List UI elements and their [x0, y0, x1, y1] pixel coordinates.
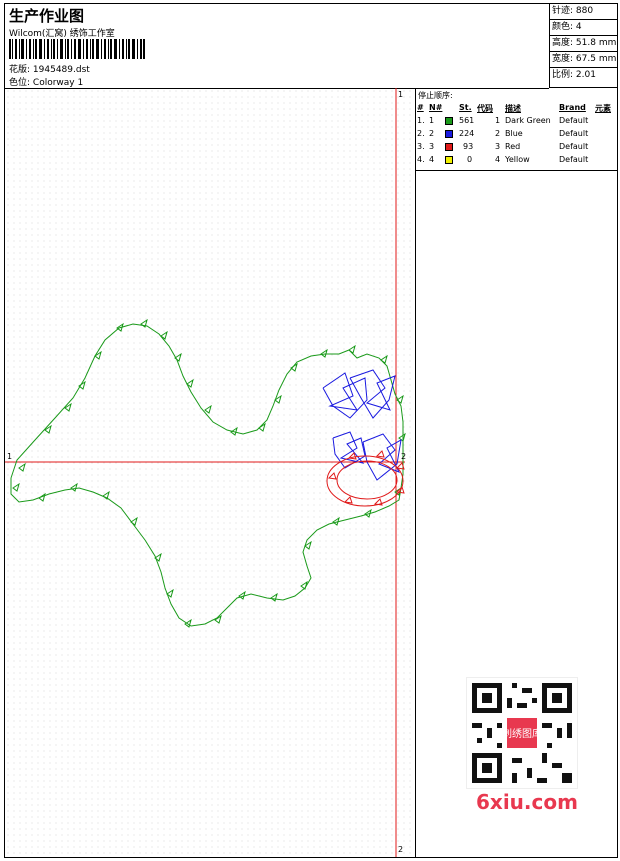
row-code: 2 [495, 129, 501, 138]
table-row[interactable]: 3. 3 93 3 Red Default [415, 142, 615, 154]
design-value: 1945489.dst [32, 65, 90, 75]
row-index: 4. [417, 155, 425, 164]
row-stitches: 0 [467, 155, 473, 164]
row-desc: Red [505, 142, 521, 151]
stat-value: 2.01 [575, 70, 596, 80]
stitch-preview [5, 88, 406, 857]
table-row[interactable]: 4. 4 0 4 Yellow Default [415, 155, 615, 167]
stat-value: 51.8 mm [575, 38, 617, 48]
bottom-marker: 2 [398, 845, 404, 854]
stat-width: 宽度: 67.5 mm [550, 52, 617, 68]
stat-colors: 颜色: 4 [550, 20, 617, 36]
qr-center-label: 刺绣图库 [502, 727, 542, 740]
col-header-index: # [417, 103, 424, 112]
design-line: 花版: 1945489.dst [9, 62, 90, 75]
header: 生产作业图 Wilcom(汇窝) 绣饰工作室 花版: 1945489.dst 色… [5, 4, 549, 89]
blue-star-stitches [322, 369, 402, 481]
row-code: 3 [495, 142, 501, 151]
stat-label: 高度: [552, 38, 574, 48]
row-n: 1 [429, 116, 435, 125]
page-title: 生产作业图 [9, 7, 85, 25]
stats-panel: 针迹: 880 颜色: 4 高度: 51.8 mm 宽度: 67.5 mm 比例… [549, 4, 617, 88]
stat-label: 针迹: [552, 6, 574, 16]
row-stitches: 561 [459, 116, 475, 125]
row-brand: Default [559, 116, 589, 125]
stat-stitches: 针迹: 880 [550, 4, 617, 20]
row-brand: Default [559, 129, 589, 138]
row-n: 4 [429, 155, 435, 164]
row-code: 4 [495, 155, 501, 164]
color-swatch [445, 143, 453, 151]
row-desc: Dark Green [505, 116, 551, 125]
row-index: 3. [417, 142, 425, 151]
row-n: 2 [429, 129, 435, 138]
qr-code-icon: 刺绣图库 [466, 677, 578, 789]
right-marker: 2 [401, 452, 407, 461]
site-logo[interactable]: 6xiu.com [476, 790, 578, 814]
col-header-desc: 描述 [505, 104, 521, 113]
row-code: 1 [495, 116, 501, 125]
stat-value: 67.5 mm [575, 54, 617, 64]
stop-sequence-title: 停止顺序: [418, 91, 453, 100]
top-marker: 1 [398, 90, 404, 99]
col-header-element: 元素 [595, 104, 611, 113]
stat-scale: 比例: 2.01 [550, 68, 617, 83]
stat-value: 880 [575, 6, 594, 16]
col-header-code: 代码 [477, 104, 493, 113]
colorway-line: 色位: Colorway 1 [9, 75, 83, 88]
colorway-value: Colorway 1 [32, 78, 84, 88]
stat-label: 比例: [552, 70, 574, 80]
colorway-label: 色位: [9, 78, 31, 88]
row-desc: Yellow [505, 155, 530, 164]
row-index: 2. [417, 129, 425, 138]
green-outline-stitches [10, 323, 404, 627]
row-stitches: 93 [463, 142, 474, 151]
design-canvas[interactable]: 1 1 2 2 [5, 88, 416, 857]
table-row[interactable]: 1. 1 561 1 Dark Green Default [415, 116, 615, 128]
color-swatch [445, 130, 453, 138]
stat-label: 颜色: [552, 22, 574, 32]
row-brand: Default [559, 142, 589, 151]
color-swatch [445, 156, 453, 164]
stop-sequence-table: 停止顺序: # N# St. 代码 描述 Brand 元素 1. 1 561 1… [415, 88, 617, 171]
stat-value: 4 [575, 22, 582, 32]
barcode [9, 39, 145, 59]
design-label: 花版: [9, 65, 31, 75]
col-header-stitches: St. [459, 103, 472, 112]
studio-name: Wilcom(汇窝) 绣饰工作室 [9, 29, 115, 39]
table-row[interactable]: 2. 2 224 2 Blue Default [415, 129, 615, 141]
row-stitches: 224 [459, 129, 475, 138]
left-marker: 1 [7, 452, 13, 461]
col-header-brand: Brand [559, 103, 586, 112]
row-n: 3 [429, 142, 435, 151]
col-header-n: N# [429, 103, 443, 112]
row-brand: Default [559, 155, 589, 164]
row-index: 1. [417, 116, 425, 125]
row-desc: Blue [505, 129, 523, 138]
stat-height: 高度: 51.8 mm [550, 36, 617, 52]
green-stitch-marks [12, 318, 406, 628]
stat-label: 宽度: [552, 54, 574, 64]
color-swatch [445, 117, 453, 125]
